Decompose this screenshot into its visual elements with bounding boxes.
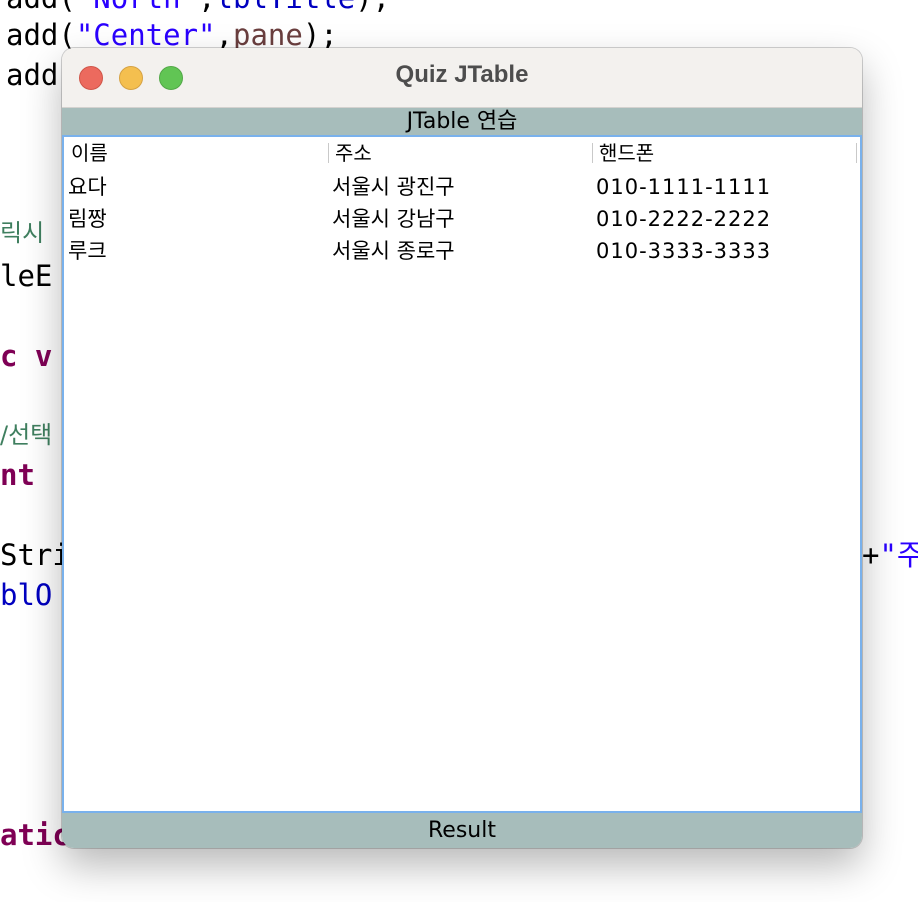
code-token: blO [0,578,53,612]
column-header-address[interactable]: 주소 [335,137,372,169]
code-token: ); [302,18,338,52]
cell-name[interactable]: 요다 [68,171,107,203]
code-token: pane [233,18,303,52]
code-token: add( [6,0,76,15]
table-row[interactable]: 요다 서울시 광진구 010-1111-1111 [64,171,860,203]
code-token: 릭시 [0,219,45,247]
column-divider[interactable] [328,143,329,163]
column-divider[interactable] [856,143,857,163]
table-row[interactable]: 림짱 서울시 강남구 010-2222-2222 [64,203,860,235]
code-token: "주 [879,538,918,572]
code-token: Stri [0,538,70,572]
cell-address[interactable]: 서울시 종로구 [332,235,455,267]
code-line-4: 릭시 [0,213,44,253]
code-line-7: /선택 [0,415,52,455]
code-token: , [198,0,215,15]
code-token: add [6,58,59,92]
cell-name[interactable]: 림짱 [68,203,107,235]
cell-phone[interactable]: 010-1111-1111 [596,171,771,203]
cell-phone[interactable]: 010-2222-2222 [596,203,771,235]
result-label: Result [62,813,862,848]
code-token: "Center" [75,18,216,52]
code-line-10: +"주 [862,535,918,575]
code-line-11: blO [0,575,52,615]
cell-address[interactable]: 서울시 강남구 [332,203,455,235]
code-line-6: c v [0,336,52,376]
column-header-phone[interactable]: 핸드폰 [599,137,654,169]
panel-title-label: JTable 연습 [62,108,862,135]
code-line-3: add [6,55,58,95]
code-line-8: nt [0,455,35,495]
code-line-5: leE [0,256,52,296]
code-token: lblTitle [216,0,356,15]
cell-phone[interactable]: 010-3333-3333 [596,235,771,267]
code-token: leE [0,259,53,293]
quiz-jtable-window: Quiz JTable JTable 연습 이름 주소 핸드폰 요다 서울시 광… [62,48,862,848]
code-line-9: Stri [0,535,70,575]
table-row[interactable]: 루크 서울시 종로구 010-3333-3333 [64,235,860,267]
code-token: ); [355,0,390,15]
code-token: nt [0,458,35,492]
cell-name[interactable]: 루크 [68,235,107,267]
window-title: Quiz JTable [395,61,529,88]
column-header-name[interactable]: 이름 [71,137,108,169]
code-token: + [862,538,880,572]
code-line-12: atic [0,815,70,855]
code-token: atic [0,818,70,852]
cell-address[interactable]: 서울시 광진구 [332,171,455,203]
table-header: 이름 주소 핸드폰 [64,137,860,169]
code-token: c v [0,339,53,373]
code-token: add( [6,18,76,52]
code-token: "North" [76,0,198,15]
jtable-scroll-pane[interactable]: 이름 주소 핸드폰 요다 서울시 광진구 010-1111-1111 림짱 서울… [62,135,862,813]
column-divider[interactable] [592,143,593,163]
code-token: /선택 [0,421,53,449]
code-token: , [215,18,233,52]
window-titlebar[interactable]: Quiz JTable [62,48,862,108]
